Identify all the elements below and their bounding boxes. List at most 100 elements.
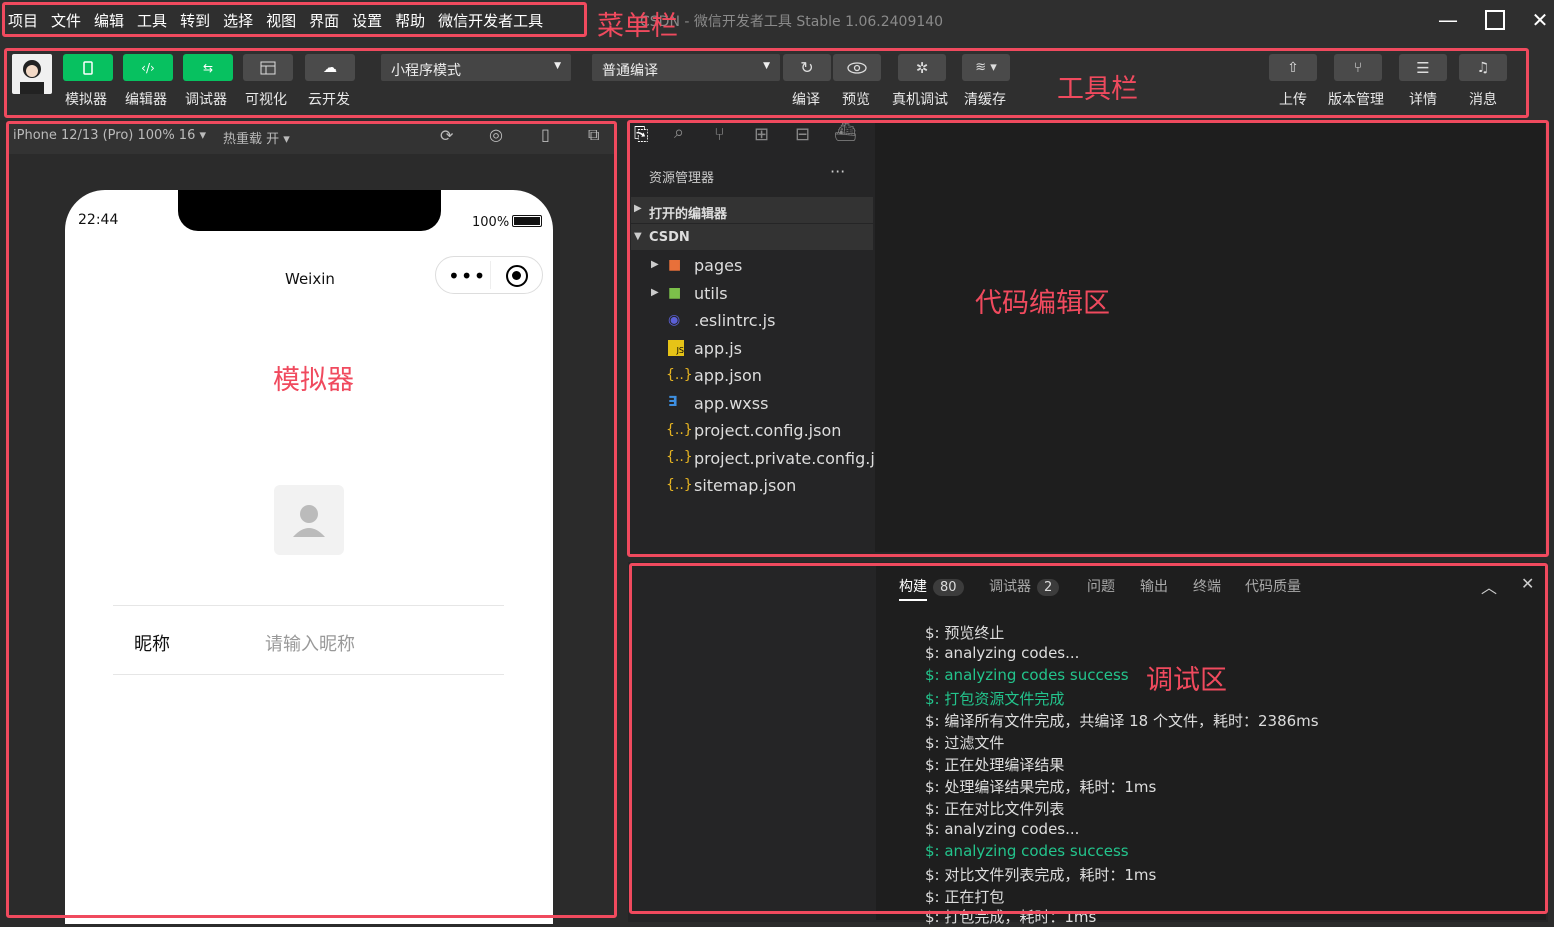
divider xyxy=(113,605,504,606)
tree-item-app-wxss[interactable]: app.wxss xyxy=(694,394,768,413)
annotation-editor: 代码编辑区 xyxy=(975,288,1110,319)
tree-item-app-json[interactable]: app.json xyxy=(694,366,762,385)
folder-icon: ■ xyxy=(668,257,682,273)
annotation-simulator: 模拟器 xyxy=(273,365,354,396)
code-editor-area[interactable] xyxy=(875,122,1545,552)
tab-output[interactable]: 输出 xyxy=(1140,576,1168,596)
avatar[interactable] xyxy=(12,54,52,94)
mobile-icon[interactable]: ▯ xyxy=(541,125,550,144)
mode-select-value: 小程序模式 xyxy=(391,63,461,79)
close-icon[interactable]: ✕ xyxy=(1521,574,1534,593)
editor-label: 编辑器 xyxy=(125,92,167,108)
explorer-icon[interactable]: ⎘ xyxy=(634,124,648,145)
chevron-up-icon[interactable]: ︿ xyxy=(1481,574,1497,598)
version-label: 版本管理 xyxy=(1328,92,1384,108)
explorer-title: 资源管理器 xyxy=(649,171,715,186)
rotate-icon[interactable]: ⟳ xyxy=(440,126,453,145)
stop-icon[interactable]: ◎ xyxy=(489,125,503,144)
tree-item-eslintrc[interactable]: .eslintrc.js xyxy=(694,311,775,330)
search-icon[interactable]: ⌕ xyxy=(674,122,684,143)
popout-icon[interactable]: ⧉ xyxy=(588,125,599,145)
visual-label: 可视化 xyxy=(245,92,287,108)
more-icon[interactable]: ••• xyxy=(448,264,486,288)
tree-item-app-js[interactable]: app.js xyxy=(694,339,742,358)
menu-item-file[interactable]: 文件 xyxy=(51,10,81,31)
minimize-icon[interactable]: — xyxy=(1434,6,1462,34)
menu-item-view[interactable]: 视图 xyxy=(266,10,296,31)
json-icon: {..} xyxy=(666,477,693,493)
compile-mode-select[interactable]: 普通编译 ▼ xyxy=(592,54,780,81)
menu-item-project[interactable]: 项目 xyxy=(8,10,38,31)
nickname-input[interactable]: 请输入昵称 xyxy=(265,630,355,656)
tab-build[interactable]: 构建 80 xyxy=(899,576,964,596)
hot-reload-toggle[interactable]: 热重载 开 ▾ xyxy=(223,128,290,147)
mode-select[interactable]: 小程序模式 ▼ xyxy=(381,54,571,81)
real-device-debug-button[interactable]: ✲ xyxy=(898,54,946,81)
messages-button[interactable]: ♫ xyxy=(1459,54,1507,81)
tree-item-sitemap[interactable]: sitemap.json xyxy=(694,476,796,495)
simulator-button[interactable] xyxy=(63,54,113,81)
menu-item-help[interactable]: 帮助 xyxy=(395,10,425,31)
menu-item-edit[interactable]: 编辑 xyxy=(94,10,124,31)
menu-item-interface[interactable]: 界面 xyxy=(309,10,339,31)
details-button[interactable]: ☰ xyxy=(1399,54,1447,81)
version-button[interactable]: ⑂ xyxy=(1334,54,1382,81)
tab-code-quality[interactable]: 代码质量 xyxy=(1245,576,1301,596)
preview-button[interactable] xyxy=(833,54,881,81)
log-line: $: 处理编译结果完成，耗时：1ms xyxy=(925,778,1157,796)
log-line: $: analyzing codes... xyxy=(925,820,1080,838)
tab-build-badge: 80 xyxy=(933,579,964,596)
compile-button[interactable]: ↻ xyxy=(783,54,831,81)
menu-item-tools[interactable]: 工具 xyxy=(137,10,167,31)
close-mini-program-icon[interactable] xyxy=(506,265,528,287)
maximize-icon[interactable] xyxy=(1481,6,1509,34)
visual-button[interactable] xyxy=(243,54,293,81)
clear-cache-button[interactable]: ≋ ▾ xyxy=(962,54,1010,81)
extensions-icon[interactable]: ⊞ xyxy=(754,124,769,145)
log-line: $: 打包资源文件完成 xyxy=(925,690,1065,708)
docker-icon[interactable]: ⛴ xyxy=(834,122,857,143)
cloud-button[interactable]: ☁ xyxy=(305,54,355,81)
phone-icon xyxy=(83,60,93,75)
log-line: $: analyzing codes... xyxy=(925,644,1080,662)
tab-debugger-badge: 2 xyxy=(1037,579,1060,596)
chevron-down-icon: ▼ xyxy=(634,231,642,242)
tree-item-project-private-config[interactable]: project.private.config.js... xyxy=(694,449,898,468)
css-icon: ∃ xyxy=(668,394,678,410)
window-title: CSDN - 微信开发者工具 Stable 1.06.2409140 xyxy=(640,14,944,30)
phone-screen xyxy=(65,190,553,924)
capsule-button[interactable]: ••• xyxy=(435,256,543,294)
log-line: $: 过滤文件 xyxy=(925,734,1005,752)
debugger-button[interactable]: ⇆ xyxy=(183,54,233,81)
divider xyxy=(113,674,504,675)
more-actions-icon[interactable]: ··· xyxy=(830,162,845,181)
log-line: $: 预览终止 xyxy=(925,624,1005,642)
json-icon: {..} xyxy=(666,422,693,438)
code-icon: ‹/› xyxy=(141,60,155,75)
source-control-icon[interactable]: ⑂ xyxy=(714,124,725,145)
tab-terminal[interactable]: 终端 xyxy=(1193,576,1221,596)
close-window-icon[interactable]: ✕ xyxy=(1526,6,1554,34)
upload-button[interactable]: ⇧ xyxy=(1269,54,1317,81)
device-select[interactable]: iPhone 12/13 (Pro) 100% 16 ▾ xyxy=(13,128,206,143)
menu-item-settings[interactable]: 设置 xyxy=(352,10,382,31)
tab-debugger[interactable]: 调试器 2 xyxy=(989,576,1060,596)
compile-mode-value: 普通编译 xyxy=(602,63,658,79)
save-icon[interactable]: ⊟ xyxy=(795,124,810,145)
caret-down-icon: ▼ xyxy=(763,61,770,71)
menu-item-select[interactable]: 选择 xyxy=(223,10,253,31)
tree-item-project-config[interactable]: project.config.json xyxy=(694,421,841,440)
avatar-placeholder[interactable] xyxy=(274,485,344,555)
tree-item-utils[interactable]: utils xyxy=(694,284,728,303)
layout-icon xyxy=(260,61,276,74)
editor-button[interactable]: ‹/› xyxy=(123,54,173,81)
branch-icon: ⑂ xyxy=(1353,59,1363,76)
menu-item-goto[interactable]: 转到 xyxy=(180,10,210,31)
upload-icon: ⇧ xyxy=(1287,59,1299,76)
debug-sidebar xyxy=(630,565,873,920)
preview-label: 预览 xyxy=(842,92,870,108)
tab-issues[interactable]: 问题 xyxy=(1087,576,1115,596)
tree-item-pages[interactable]: pages xyxy=(694,256,742,275)
tab-debugger-label: 调试器 xyxy=(989,579,1031,595)
menu-item-wechat-devtools[interactable]: 微信开发者工具 xyxy=(438,10,543,31)
